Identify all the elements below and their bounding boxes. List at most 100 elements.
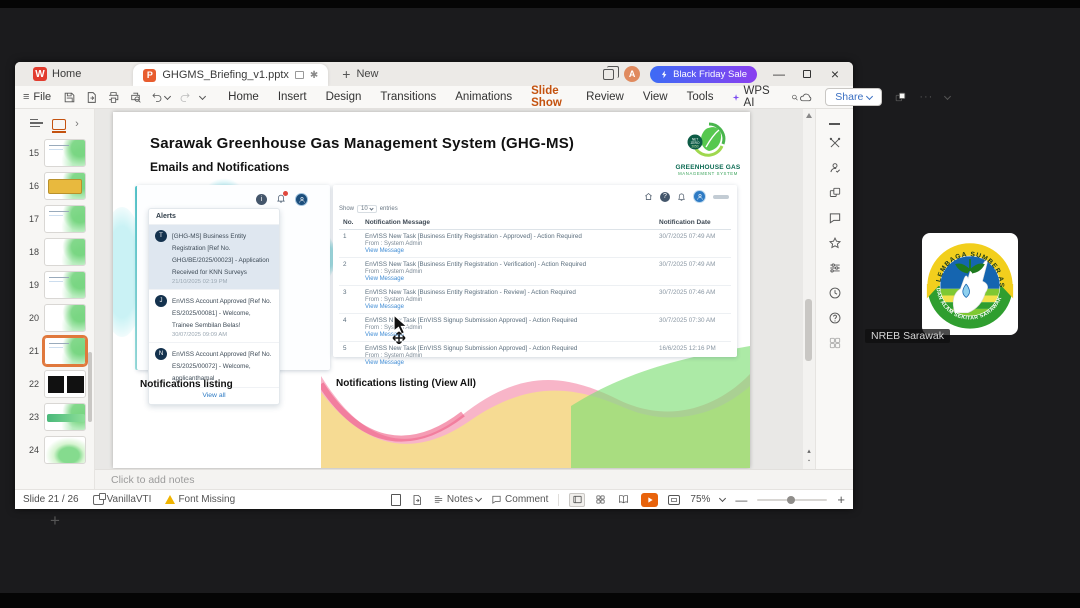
thumbnail-slide-17[interactable]: 17 [15,202,94,235]
row-message: EnVISS New Task [Business Entity Registr… [365,289,576,296]
menu-animations[interactable]: Animations [454,88,513,106]
toolbar-more-caret-icon[interactable] [199,92,207,100]
col-no: No. [343,219,354,226]
zoom-level[interactable]: 75% [690,494,710,505]
slide-21-canvas[interactable]: Sarawak Greenhouse Gas Management System… [113,112,750,468]
zoom-out-button[interactable]: — [735,493,747,507]
redo-button[interactable] [179,91,191,103]
account-avatar[interactable]: A [624,66,641,82]
slide-view-icon[interactable] [52,118,67,133]
history-clock-icon[interactable] [828,286,842,300]
task-assistant-icon[interactable] [828,161,842,175]
slideshow-play-button[interactable] [641,492,659,507]
zoom-slider-knob[interactable] [787,495,796,504]
thumbnail-slide-24[interactable]: 24 [15,433,94,466]
thumbnail-slide-19[interactable]: 19 [15,268,94,301]
scroll-up-arrow[interactable] [806,113,812,118]
print-preview-button[interactable] [129,91,142,104]
row-from: From : System Admin [365,241,423,247]
menu-view[interactable]: View [642,88,669,106]
minimize-button[interactable]: — [767,64,791,84]
zoom-slider[interactable] [757,495,828,504]
thumbnail-slide-16[interactable]: 16 [15,169,94,202]
share-label: Share [835,91,864,103]
add-slide-button[interactable]: + [15,511,95,531]
help-question-icon[interactable] [828,311,842,325]
warning-icon [165,495,176,504]
black-friday-sale-button[interactable]: Black Friday Sale [650,65,757,83]
close-button[interactable]: × [823,64,847,84]
thumbnail-slide-22[interactable]: 22 [15,367,94,400]
search-icon[interactable] [791,91,799,104]
menu-home[interactable]: Home [227,88,260,106]
menu-tools[interactable]: Tools [686,88,715,106]
thumbnail-slide-23[interactable]: 23 [15,400,94,433]
zoom-in-button[interactable]: + [837,492,845,507]
collapse-ribbon-icon[interactable] [944,92,952,100]
theme-button[interactable]: VanillaVTI [92,492,151,505]
notifications-table-card: ? Show 10 entries No. Notification Messa… [333,185,737,366]
reading-view-button[interactable] [615,493,631,507]
sidebar-toggle-icon[interactable] [894,91,907,104]
normal-view-button[interactable] [569,492,586,507]
font-missing-warning[interactable]: Font Missing [165,494,235,505]
participant-tile[interactable]: LEMBAGA SUMBER ASLI DAN ALAM SEKITAR SAR… [860,226,1080,346]
favorites-star-icon[interactable] [828,236,842,250]
tab-preview-icon[interactable] [294,71,304,79]
notes-toggle-button[interactable]: Notes [433,494,483,505]
slide-thumbnail-panel: › 15 16 17 18 19 20 21 22 23 24 + [15,109,95,530]
shapes-pane-icon[interactable] [828,186,842,200]
ghgms-logo: NET ZERO 2050 GREENHOUSE GAS MANAGEMENT … [673,120,743,188]
thumbnail-slide-15[interactable]: 15 [15,136,94,169]
notes-bar[interactable]: Click to add notes [95,469,853,489]
settings-sliders-icon[interactable] [828,261,842,275]
help-icon: ? [660,191,670,202]
design-tools-icon[interactable] [828,136,842,150]
panel-expand-chevron-icon[interactable]: › [75,118,79,130]
slide-title[interactable]: Sarawak Greenhouse Gas Management System… [150,135,574,152]
menu-insert[interactable]: Insert [277,88,308,106]
info-icon: i [256,194,267,205]
fit-slide-icon[interactable] [668,494,681,505]
thumbnail-scrollbar[interactable] [88,352,92,422]
page-setup-icon[interactable] [390,493,401,506]
alert-text: EnVISS Account Approved [Ref No. ES/2025… [172,351,272,382]
collapse-pane-icon[interactable] [829,123,840,125]
undo-button[interactable] [151,91,172,103]
share-button[interactable]: Share [825,88,883,106]
thumbnail-slide-18[interactable]: 18 [15,235,94,268]
tab-wps-home[interactable]: W Home [21,62,93,86]
maximize-button[interactable] [795,64,819,84]
comment-pane-icon[interactable] [828,211,842,225]
desk-check-icon[interactable] [411,494,423,506]
menu-design[interactable]: Design [325,88,363,106]
slide-jump-button[interactable]: ▪ [808,458,810,464]
apps-grid-icon[interactable] [828,336,842,350]
slide-subtitle[interactable]: Emails and Notifications [150,160,289,174]
cloud-sync-icon[interactable] [798,91,813,104]
new-tab-button[interactable]: + New [342,66,378,82]
window-switcher-icon[interactable] [603,65,620,80]
save-button[interactable] [63,91,76,104]
zoom-caret-icon[interactable] [719,494,727,503]
scrollbar-thumb[interactable] [805,299,812,361]
print-button[interactable] [107,91,120,104]
file-menu-button[interactable]: ≡ File [23,91,51,103]
thumbnail-slide-20[interactable]: 20 [15,301,94,334]
menu-review[interactable]: Review [585,88,625,106]
comment-button[interactable]: Comment [491,494,548,505]
row-date: 30/7/2025 07:49 AM [659,233,716,240]
canvas-scrollbar[interactable]: ▴ ▪ ▾ [803,109,815,489]
menu-slide-show[interactable]: Slide Show [530,82,569,114]
previous-slide-button[interactable]: ▴ [807,447,811,455]
slide-sorter-view-button[interactable] [592,493,608,507]
export-button[interactable] [85,91,98,104]
show-label: Show [339,206,355,212]
more-options-button[interactable]: ··· [919,91,933,103]
outline-view-icon[interactable] [30,118,44,130]
slide-number: 21 [28,345,39,356]
thumbnail-slide-21-selected[interactable]: 21 [15,334,94,367]
menu-transitions[interactable]: Transitions [379,88,437,106]
menu-wps-ai[interactable]: WPS AI [731,82,773,112]
promo-label: Black Friday Sale [673,68,747,80]
